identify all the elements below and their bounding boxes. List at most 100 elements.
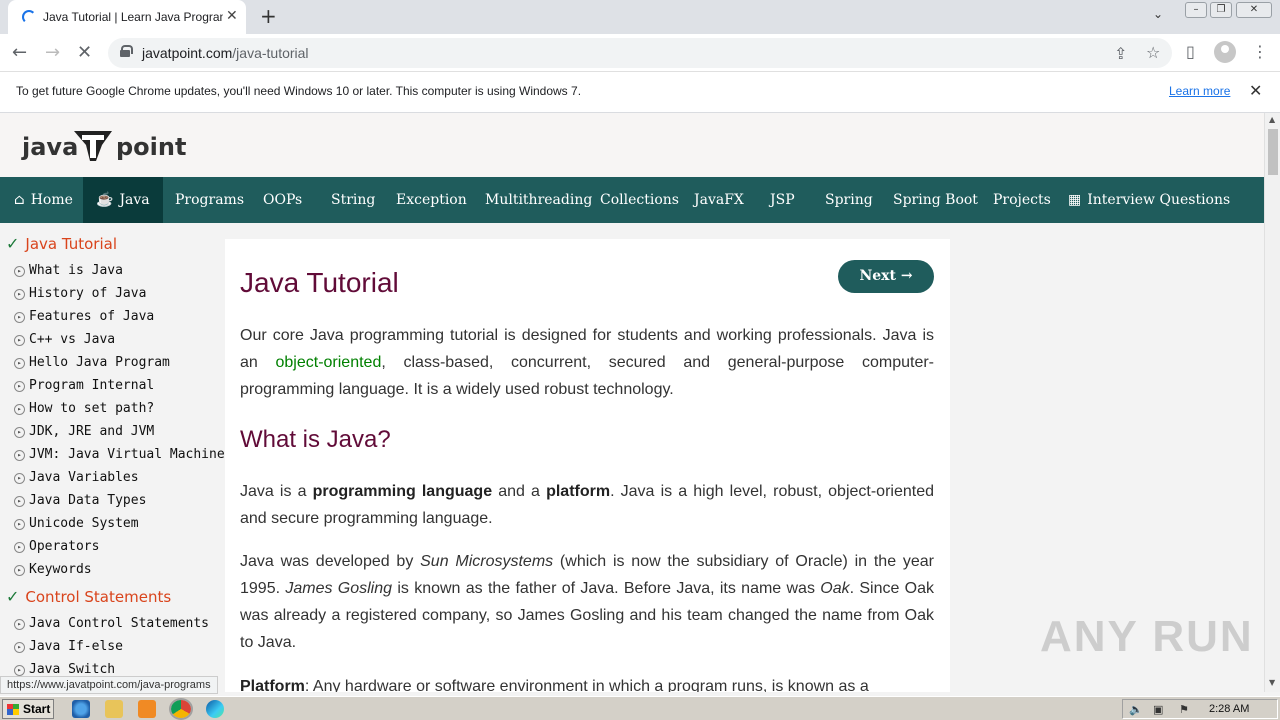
back-arrow-icon[interactable]: ← bbox=[12, 42, 27, 63]
restore-window-button[interactable]: ❐ bbox=[1210, 2, 1232, 18]
sidebar-section-control-statements[interactable]: ✓ Control Statements bbox=[6, 587, 171, 606]
sidebar: ✓ Java Tutorial ▸ What is Java ▸ History of… bbox=[0, 223, 225, 692]
new-tab-button[interactable]: + bbox=[260, 4, 277, 28]
nav-collections[interactable]: Collections bbox=[600, 177, 679, 223]
platform-paragraph: Platform: Any hardware or software envir… bbox=[240, 678, 869, 692]
definition-paragraph: Java is a programming language and a pla… bbox=[240, 483, 935, 527]
arrow-circle-icon: ▸ bbox=[14, 312, 25, 323]
page-title: Java Tutorial bbox=[240, 267, 399, 298]
close-window-button[interactable]: ✕ bbox=[1236, 2, 1272, 18]
nav-interview-questions[interactable]: ▦ Interview Questions bbox=[1068, 177, 1230, 223]
interview-icon: ▦ bbox=[1068, 192, 1082, 208]
main-content: Java Tutorial Next → Our core Java progr… bbox=[225, 239, 950, 692]
scroll-up-icon[interactable]: ▲ bbox=[1269, 115, 1275, 124]
file-explorer-icon[interactable] bbox=[105, 700, 123, 718]
network-icon[interactable]: ▣ bbox=[1153, 703, 1163, 716]
sidebar-item-program-internal[interactable]: ▸ Program Internal bbox=[14, 378, 154, 393]
nav-java[interactable]: ☕ Java bbox=[83, 177, 163, 223]
nav-multithreading[interactable]: Multithreading bbox=[485, 177, 592, 223]
nav-spring[interactable]: Spring bbox=[825, 177, 873, 223]
url-text[interactable]: javatpoint.com/java-tutorial bbox=[142, 45, 309, 61]
sidebar-item-unicode[interactable]: ▸ Unicode System bbox=[14, 516, 139, 531]
address-bar[interactable]: javatpoint.com/java-tutorial ⇪ ☆ bbox=[108, 38, 1172, 68]
windows-flag-icon bbox=[7, 704, 19, 715]
check-icon: ✓ bbox=[6, 234, 20, 253]
nav-oops[interactable]: OOPs bbox=[263, 177, 302, 223]
media-player-icon[interactable] bbox=[138, 700, 156, 718]
nav-string[interactable]: String bbox=[331, 177, 375, 223]
arrow-circle-icon: ▸ bbox=[14, 427, 25, 438]
sidebar-item-history[interactable]: ▸ History of Java bbox=[14, 286, 146, 301]
arrow-circle-icon: ▸ bbox=[14, 358, 25, 369]
sidebar-item-what-is-java[interactable]: ▸ What is Java bbox=[14, 263, 123, 278]
volume-icon[interactable]: 🔈 bbox=[1129, 703, 1143, 716]
status-bubble: https://www.javatpoint.com/java-programs bbox=[0, 676, 218, 694]
page-scrollbar[interactable]: ▲ ▼ bbox=[1264, 113, 1280, 692]
lock-icon[interactable] bbox=[120, 45, 133, 57]
close-tab-icon[interactable]: ✕ bbox=[226, 8, 238, 24]
loading-spinner-icon bbox=[22, 10, 36, 24]
site-header: java point bbox=[0, 113, 1264, 177]
next-button[interactable]: Next → bbox=[838, 260, 934, 293]
nav-javafx[interactable]: JavaFX bbox=[694, 177, 744, 223]
arrow-circle-icon: ▸ bbox=[14, 289, 25, 300]
sidebar-item-cpp-vs-java[interactable]: ▸ C++ vs Java bbox=[14, 332, 115, 347]
nav-programs[interactable]: Programs bbox=[175, 177, 244, 223]
arrow-circle-icon: ▸ bbox=[14, 266, 25, 277]
arrow-circle-icon: ▸ bbox=[14, 335, 25, 346]
nav-home[interactable]: ⌂ Home bbox=[14, 177, 73, 223]
profile-avatar-icon[interactable] bbox=[1214, 41, 1236, 63]
anyrun-watermark: ANY RUN bbox=[1040, 612, 1254, 661]
intro-paragraph: Our core Java programming tutorial is de… bbox=[240, 327, 934, 398]
sidebar-item-set-path[interactable]: ▸ How to set path? bbox=[14, 401, 154, 416]
browser-tab[interactable]: Java Tutorial | Learn Java Programming ✕ bbox=[8, 0, 246, 34]
forward-arrow-icon[interactable]: → bbox=[45, 42, 60, 63]
nav-spring-boot[interactable]: Spring Boot bbox=[893, 177, 978, 223]
edge-icon[interactable] bbox=[206, 700, 224, 718]
chrome-icon[interactable] bbox=[169, 698, 193, 720]
java-cup-icon: ☕ bbox=[96, 192, 114, 208]
internet-explorer-icon[interactable] bbox=[72, 700, 90, 718]
sidebar-item-data-types[interactable]: ▸ Java Data Types bbox=[14, 493, 146, 508]
nav-projects[interactable]: Projects bbox=[993, 177, 1051, 223]
logo-text-left: java bbox=[22, 133, 79, 161]
arrow-circle-icon: ▸ bbox=[14, 665, 25, 676]
browser-toolbar: ← → ✕ javatpoint.com/java-tutorial ⇪ ☆ ▯… bbox=[0, 34, 1280, 72]
nav-exception[interactable]: Exception bbox=[396, 177, 467, 223]
action-center-flag-icon[interactable]: ⚑ bbox=[1179, 703, 1189, 716]
arrow-circle-icon: ▸ bbox=[14, 404, 25, 415]
minimize-window-button[interactable]: – bbox=[1185, 2, 1207, 18]
arrow-circle-icon: ▸ bbox=[14, 473, 25, 484]
sidebar-item-features[interactable]: ▸ Features of Java bbox=[14, 309, 154, 324]
tab-search-chevron-icon[interactable]: ⌄ bbox=[1153, 7, 1163, 21]
object-oriented-link[interactable]: object-oriented bbox=[276, 354, 382, 371]
close-infobar-icon[interactable]: ✕ bbox=[1249, 81, 1262, 100]
stop-loading-icon[interactable]: ✕ bbox=[77, 42, 92, 63]
sidebar-item-control-statements[interactable]: ▸ Java Control Statements bbox=[14, 616, 209, 631]
scroll-down-icon[interactable]: ▼ bbox=[1269, 678, 1275, 687]
sidebar-section-java-tutorial[interactable]: ✓ Java Tutorial bbox=[6, 234, 117, 253]
sidebar-item-operators[interactable]: ▸ Operators bbox=[14, 539, 99, 554]
logo-text-right: point bbox=[116, 133, 187, 161]
sidebar-item-jdk-jre-jvm[interactable]: ▸ JDK, JRE and JVM bbox=[14, 424, 154, 439]
tab-strip: Java Tutorial | Learn Java Programming ✕… bbox=[0, 0, 1280, 34]
start-button[interactable]: Start bbox=[2, 699, 54, 719]
side-panel-icon[interactable]: ▯ bbox=[1186, 42, 1195, 61]
learn-more-link[interactable]: Learn more bbox=[1169, 84, 1230, 98]
clock[interactable]: 2:28 AM bbox=[1209, 703, 1249, 715]
main-nav: ⌂ Home ☕ Java Programs OOPs String Excepti… bbox=[0, 177, 1264, 223]
scrollbar-thumb[interactable] bbox=[1268, 129, 1278, 175]
share-icon[interactable]: ⇪ bbox=[1114, 44, 1127, 63]
system-tray: 🔈 ▣ ⚑ 2:28 AM bbox=[1122, 699, 1278, 719]
menu-kebab-icon[interactable]: ⋮ bbox=[1252, 42, 1268, 61]
home-icon: ⌂ bbox=[14, 192, 25, 208]
sidebar-item-switch[interactable]: ▸ Java Switch bbox=[14, 662, 115, 677]
nav-jsp[interactable]: JSP bbox=[770, 177, 795, 223]
sidebar-item-keywords[interactable]: ▸ Keywords bbox=[14, 562, 92, 577]
sidebar-item-jvm[interactable]: ▸ JVM: Java Virtual Machine bbox=[14, 447, 225, 462]
sidebar-item-variables[interactable]: ▸ Java Variables bbox=[14, 470, 139, 485]
history-paragraph: Java was developed by Sun Microsystems (… bbox=[240, 553, 935, 651]
bookmark-star-icon[interactable]: ☆ bbox=[1146, 43, 1160, 62]
sidebar-item-if-else[interactable]: ▸ Java If-else bbox=[14, 639, 123, 654]
sidebar-item-hello-java[interactable]: ▸ Hello Java Program bbox=[14, 355, 170, 370]
